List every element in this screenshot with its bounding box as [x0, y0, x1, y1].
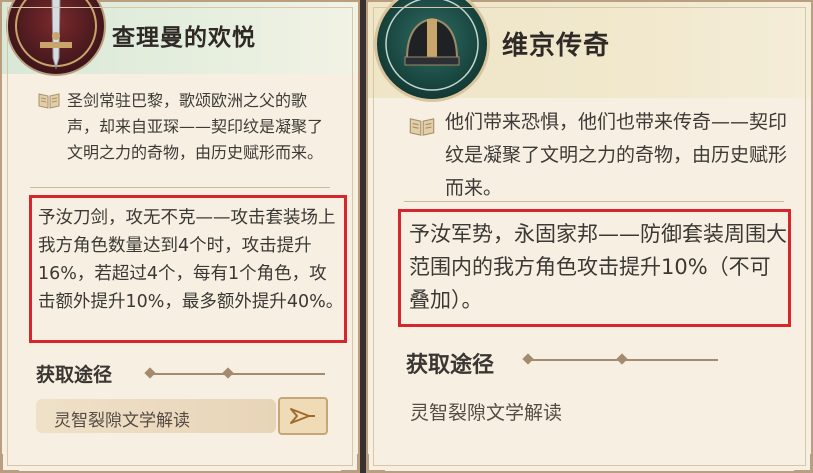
ornament-diamond-icon: [522, 353, 534, 365]
lore-text: 圣剑常驻巴黎，歌颂欧洲之父的歌声，却来自亚琛——契印纹是凝聚了文明之力的奇物，由…: [67, 91, 324, 162]
frame-corner: [367, 454, 385, 472]
divider: [404, 201, 784, 202]
go-button[interactable]: [278, 397, 328, 435]
card-title: 查理曼的欢悦: [112, 24, 256, 51]
lore-text: 他们带来恐惧，他们也带来传奇——契印纹是凝聚了文明之力的奇物，由历史赋形而来。: [445, 111, 788, 199]
acquire-source-label: 灵智裂隙文学解读: [54, 411, 190, 431]
ornament-diamond-icon: [222, 367, 234, 379]
sword-emblem-icon: [6, 0, 106, 76]
acquire-title: 获取途径: [406, 352, 495, 378]
arrow-go-icon: [290, 408, 315, 424]
frame-corner: [341, 454, 359, 472]
frame-corner: [1, 454, 19, 472]
item-card-viking: 维京传奇 他们带来恐惧，他们也带来传奇——契印纹是凝聚了文明之力的奇物，由历史赋…: [366, 0, 813, 473]
book-icon: [408, 116, 436, 142]
ornament-line: [150, 373, 325, 375]
book-icon: [37, 92, 61, 114]
acquire-title: 获取途径: [36, 364, 113, 386]
card-title: 维京传奇: [502, 31, 611, 61]
divider: [30, 187, 330, 188]
acquire-source-label: 灵智裂隙文学解读: [410, 402, 563, 424]
frame-corner: [794, 454, 812, 472]
viking-helmet-emblem-icon: [374, 0, 490, 102]
item-card-charlemagne: 查理曼的欢悦 圣剑常驻巴黎，歌颂欧洲之父的歌声，却来自亚琛——契印纹是凝聚了文明…: [0, 0, 360, 473]
set-effect-text: 予汝刀剑，攻无不克——攻击套装场上我方角色数量达到4个时，攻击提升16%，若超过…: [29, 195, 347, 343]
set-effect-text: 予汝军势，永固家邦——防御套装周围大范围内的我方角色攻击提升10%（不可叠加）。: [398, 209, 791, 327]
ornament-diamond-icon: [616, 353, 628, 365]
ornament-diamond-icon: [144, 367, 156, 379]
